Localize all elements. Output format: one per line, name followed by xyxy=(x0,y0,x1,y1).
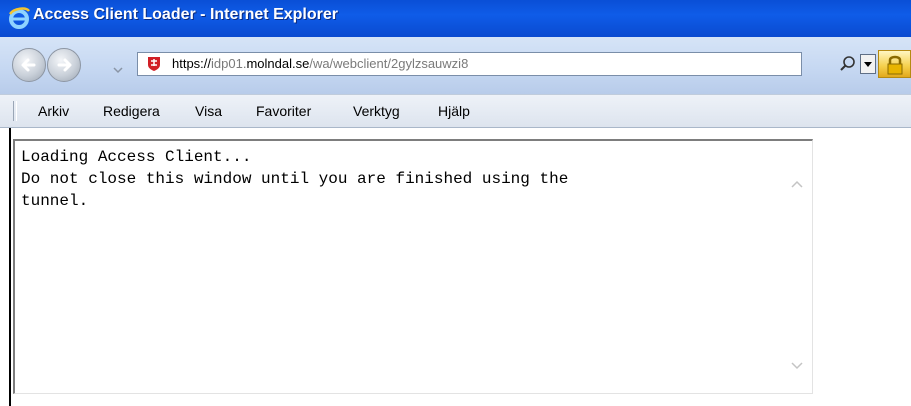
address-input[interactable]: https://idp01.molndal.se/wa/webclient/2g… xyxy=(137,52,802,76)
back-button[interactable] xyxy=(12,48,46,82)
chevron-down-icon xyxy=(791,362,803,370)
menu-item-arkiv[interactable]: Arkiv xyxy=(38,103,69,119)
chevron-down-icon xyxy=(113,67,123,74)
site-shield-icon xyxy=(146,56,162,72)
security-lock-button[interactable] xyxy=(878,50,911,78)
ie-logo-icon xyxy=(8,7,30,29)
menu-item-favoriter[interactable]: Favoriter xyxy=(256,103,311,119)
arrow-left-icon xyxy=(21,58,36,72)
url-path: /wa/webclient/2gylzsauwzi8 xyxy=(309,56,469,71)
url-text: https://idp01.molndal.se/wa/webclient/2g… xyxy=(172,56,468,71)
padlock-icon xyxy=(887,55,903,75)
scroll-down-arrow[interactable] xyxy=(790,356,804,370)
address-toolbar: https://idp01.molndal.se/wa/webclient/2g… xyxy=(0,37,911,94)
menu-item-verktyg[interactable]: Verktyg xyxy=(353,103,400,119)
title-bar[interactable]: Access Client Loader - Internet Explorer xyxy=(0,0,911,37)
menu-grip[interactable] xyxy=(13,101,17,121)
menu-item-redigera[interactable]: Redigera xyxy=(103,103,160,119)
status-message: Loading Access Client... Do not close th… xyxy=(21,148,569,210)
chevron-up-icon xyxy=(791,180,803,188)
page-content: Loading Access Client... Do not close th… xyxy=(0,128,911,406)
menu-bar: Arkiv Redigera Visa Favoriter Verktyg Hj… xyxy=(0,94,911,128)
url-scheme: https:// xyxy=(172,56,212,71)
frame-border xyxy=(9,128,11,406)
search-go-button[interactable] xyxy=(838,54,858,74)
url-subdomain: idp01. xyxy=(211,56,247,71)
forward-button[interactable] xyxy=(47,48,81,82)
recent-pages-dropdown[interactable] xyxy=(112,60,124,74)
arrow-right-icon xyxy=(57,58,72,72)
menu-item-visa[interactable]: Visa xyxy=(195,103,222,119)
menu-item-hjalp[interactable]: Hjälp xyxy=(438,103,470,119)
address-dropdown-button[interactable] xyxy=(860,54,876,74)
status-textarea[interactable]: Loading Access Client... Do not close th… xyxy=(13,139,813,394)
scroll-up-arrow[interactable] xyxy=(790,174,804,188)
url-domain: molndal.se xyxy=(246,56,310,71)
magnifier-icon xyxy=(840,56,855,71)
window-title: Access Client Loader - Internet Explorer xyxy=(33,6,338,23)
